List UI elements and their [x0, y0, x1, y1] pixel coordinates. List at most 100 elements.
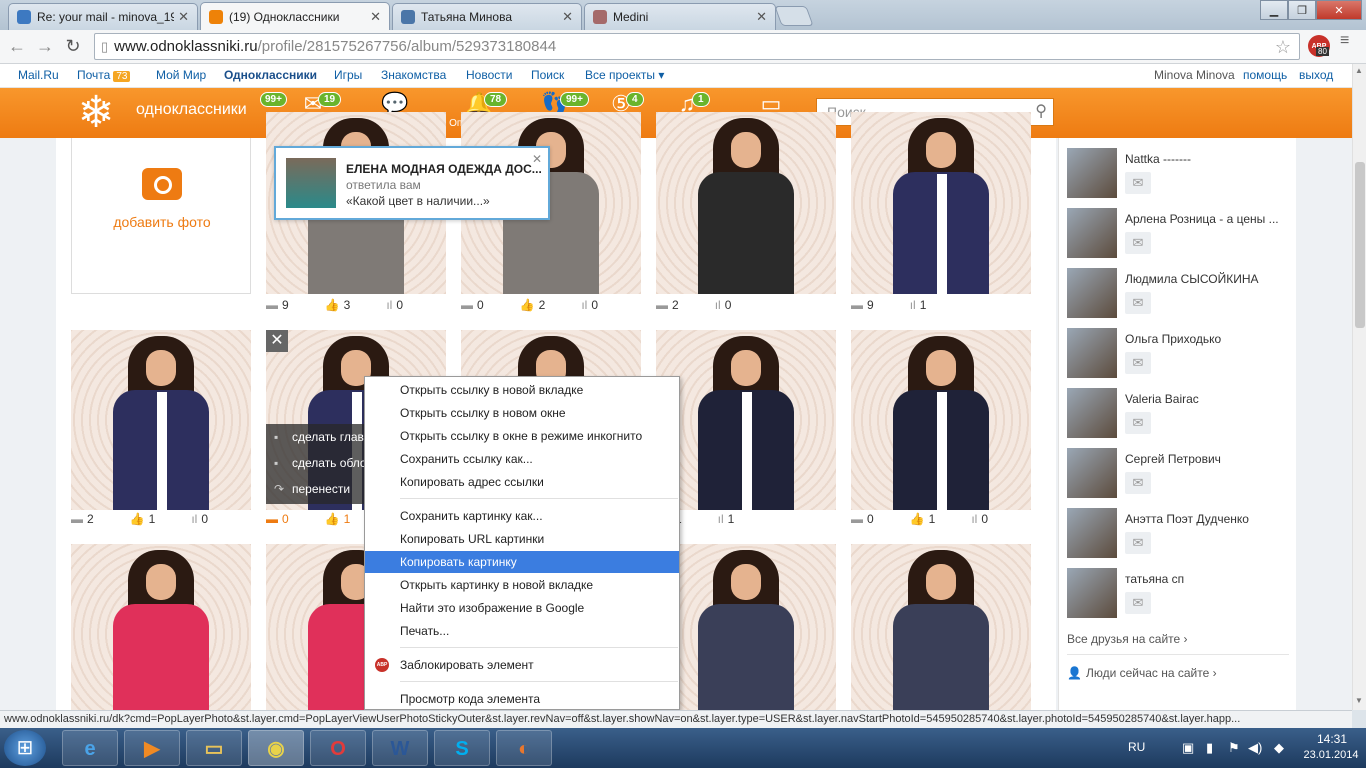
- context-menu-item[interactable]: Открыть ссылку в новой вкладке: [365, 379, 679, 401]
- stat-views[interactable]: ıl0: [971, 512, 1006, 526]
- stat-views[interactable]: ıl 1: [910, 298, 945, 312]
- friend-row[interactable]: Ольга Приходько ✉: [1067, 328, 1297, 388]
- page-scrollbar[interactable]: ▲ ▼: [1352, 64, 1366, 710]
- clock-time[interactable]: 14:31: [1314, 732, 1350, 746]
- taskbar-app[interactable]: ◐: [496, 730, 552, 766]
- mailru-link[interactable]: Мой Мир: [156, 68, 206, 82]
- context-menu-item[interactable]: Копировать картинку: [365, 551, 679, 573]
- friend-row[interactable]: Сергей Петрович ✉: [1067, 448, 1297, 508]
- scroll-up-icon[interactable]: ▲: [1355, 66, 1363, 75]
- stat-comment[interactable]: ▬ 0: [266, 512, 307, 526]
- taskbar-app[interactable]: O: [310, 730, 366, 766]
- mailru-link[interactable]: Mail.Ru: [18, 68, 59, 82]
- taskbar-app[interactable]: ▭: [186, 730, 242, 766]
- message-icon[interactable]: ✉: [1125, 292, 1151, 314]
- stat-views[interactable]: ıl 1: [718, 512, 753, 526]
- friend-name[interactable]: Арлена Розница - а цены ...: [1125, 212, 1293, 226]
- maximize-button[interactable]: ❐: [1288, 0, 1316, 20]
- context-menu-item[interactable]: Открыть ссылку в окне в режиме инкогнито: [365, 425, 679, 447]
- album-photo[interactable]: [656, 330, 836, 510]
- stat-comment[interactable]: ▬ 9: [266, 298, 307, 312]
- username[interactable]: Minova Minova: [1154, 68, 1235, 82]
- context-menu-item[interactable]: Сохранить картинку как...: [365, 505, 679, 527]
- message-icon[interactable]: ✉: [1125, 172, 1151, 194]
- taskbar-app[interactable]: ▶: [124, 730, 180, 766]
- stat-views[interactable]: ıl0: [715, 298, 750, 312]
- friend-row[interactable]: Арлена Розница - а цены ... ✉: [1067, 208, 1297, 268]
- album-photo[interactable]: [656, 544, 836, 710]
- album-photo[interactable]: [656, 112, 836, 294]
- context-menu-item[interactable]: Сохранить ссылку как...: [365, 448, 679, 470]
- snowflake-logo-icon[interactable]: ❄: [66, 90, 126, 138]
- scroll-thumb[interactable]: [1355, 162, 1365, 328]
- friend-row[interactable]: Valeria Bairac ✉: [1067, 388, 1297, 448]
- new-tab-button[interactable]: [774, 6, 814, 26]
- context-menu-item[interactable]: Найти это изображение в Google: [365, 597, 679, 619]
- friend-name[interactable]: Ольга Приходько: [1125, 332, 1293, 346]
- friend-row[interactable]: татьяна сп ✉: [1067, 568, 1297, 628]
- clock-date[interactable]: 23.01.2014: [1300, 749, 1362, 761]
- stat-comment[interactable]: ▬ 9: [851, 298, 892, 312]
- taskbar-app[interactable]: S: [434, 730, 490, 766]
- stat-views[interactable]: ıl0: [386, 298, 421, 312]
- taskbar-app[interactable]: ◉: [248, 730, 304, 766]
- context-menu-item[interactable]: Открыть ссылку в новом окне: [365, 402, 679, 424]
- stat-like[interactable]: 👍1: [910, 512, 954, 526]
- back-icon[interactable]: ←: [6, 36, 28, 57]
- dropbox-icon[interactable]: ◆: [1274, 740, 1284, 756]
- friend-avatar[interactable]: [1067, 148, 1117, 198]
- message-icon[interactable]: ✉: [1125, 592, 1151, 614]
- friend-avatar[interactable]: [1067, 448, 1117, 498]
- context-menu-item[interactable]: Копировать URL картинки: [365, 528, 679, 550]
- all-friends-link[interactable]: Все друзья на сайте ›: [1067, 632, 1188, 646]
- tab-close-icon[interactable]: ✕: [562, 9, 573, 25]
- friend-avatar[interactable]: [1067, 208, 1117, 258]
- notification-popup[interactable]: ЕЛЕНА МОДНАЯ ОДЕЖДА ДОС... ответила вам …: [274, 146, 550, 220]
- album-photo[interactable]: [851, 112, 1031, 294]
- friend-avatar[interactable]: [1067, 388, 1117, 438]
- network-icon[interactable]: ▮: [1206, 740, 1213, 756]
- usb-icon[interactable]: ▣: [1182, 740, 1194, 756]
- stat-comment[interactable]: ▬ 0: [461, 298, 502, 312]
- add-photo-tile[interactable]: добавить фото: [71, 138, 251, 294]
- volume-icon[interactable]: ◀): [1248, 740, 1262, 756]
- message-icon[interactable]: ✉: [1125, 352, 1151, 374]
- friend-name[interactable]: Анэтта Поэт Дудченко: [1125, 512, 1293, 526]
- context-menu-item[interactable]: Просмотр кода элемента: [365, 688, 679, 710]
- address-bar[interactable]: ▯ www.odnoklassniki.ru/profile/281575267…: [94, 33, 1300, 60]
- mailru-link[interactable]: Одноклассники: [224, 68, 317, 82]
- album-photo[interactable]: [851, 544, 1031, 710]
- stat-views[interactable]: ıl0: [191, 512, 226, 526]
- mailru-link[interactable]: Поиск: [531, 68, 564, 82]
- browser-tab[interactable]: Татьяна Минова ✕: [392, 3, 582, 30]
- friend-row[interactable]: Людмила СЫСОЙКИНА ✉: [1067, 268, 1297, 328]
- friend-avatar[interactable]: [1067, 508, 1117, 558]
- forward-icon[interactable]: →: [34, 36, 56, 57]
- tab-close-icon[interactable]: ✕: [370, 9, 381, 25]
- online-people-link[interactable]: 👤 Люди сейчас на сайте ›: [1067, 666, 1217, 680]
- context-menu-item[interactable]: Открыть картинку в новой вкладке: [365, 574, 679, 596]
- search-icon[interactable]: ⚲: [1035, 101, 1047, 121]
- message-icon[interactable]: ✉: [1125, 532, 1151, 554]
- bookmark-star-icon[interactable]: ☆: [1275, 37, 1291, 58]
- tab-close-icon[interactable]: ✕: [178, 9, 189, 25]
- message-icon[interactable]: ✉: [1125, 232, 1151, 254]
- stat-like[interactable]: 👍1: [130, 512, 174, 526]
- stat-comment[interactable]: ▬ 2: [656, 298, 697, 312]
- context-menu-item[interactable]: Копировать адрес ссылки: [365, 471, 679, 493]
- mailru-link[interactable]: Знакомства: [381, 68, 446, 82]
- flag-icon[interactable]: ⚑: [1228, 740, 1240, 756]
- close-hover-icon[interactable]: ✕: [266, 330, 288, 352]
- menu-icon[interactable]: ≡: [1340, 33, 1356, 49]
- friend-name[interactable]: Людмила СЫСОЙКИНА: [1125, 272, 1293, 286]
- album-photo[interactable]: [71, 330, 251, 510]
- stat-like[interactable]: 👍1: [325, 512, 369, 526]
- browser-tab[interactable]: Re: your mail - minova_19 ✕: [8, 3, 198, 30]
- mailru-link[interactable]: Новости: [466, 68, 512, 82]
- album-photo[interactable]: [851, 330, 1031, 510]
- start-button[interactable]: ⊞: [4, 730, 46, 766]
- taskbar-app[interactable]: W: [372, 730, 428, 766]
- stat-comment[interactable]: ▬ 0: [851, 512, 892, 526]
- context-menu-item[interactable]: ABP Заблокировать элемент: [365, 654, 679, 676]
- browser-tab[interactable]: Medini ✕: [584, 3, 776, 30]
